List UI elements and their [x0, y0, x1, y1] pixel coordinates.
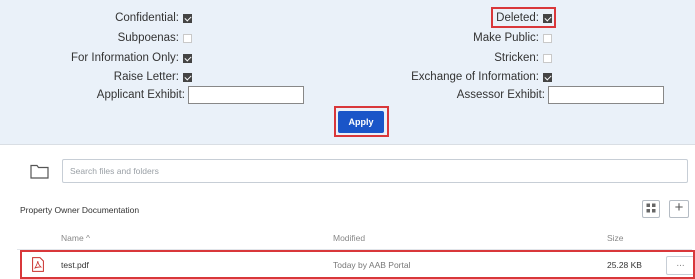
- exchange-of-information-checkbox[interactable]: [543, 72, 552, 82]
- deleted-highlight: [491, 7, 556, 28]
- assessor-exhibit-input[interactable]: [548, 86, 664, 104]
- assessor-exhibit-label: Assessor Exhibit:: [456, 89, 545, 101]
- filter-exchange-of-information: Exchange of Information:: [0, 67, 552, 87]
- filter-assessor-exhibit: Assessor Exhibit:: [0, 85, 664, 105]
- column-header-name[interactable]: Name ^: [61, 233, 90, 243]
- filter-make-public: Make Public:: [0, 28, 552, 48]
- section-title: Property Owner Documentation: [20, 205, 140, 215]
- grid-icon: [646, 200, 656, 218]
- filter-label: Exchange of Information:: [411, 71, 539, 83]
- folder-icon[interactable]: [30, 163, 49, 179]
- divider: [0, 144, 695, 145]
- file-row-highlight: [20, 250, 695, 279]
- grid-view-button[interactable]: [642, 200, 660, 218]
- add-button[interactable]: +: [669, 200, 689, 218]
- apply-button[interactable]: Apply: [338, 111, 384, 133]
- column-header-size[interactable]: Size: [607, 233, 624, 243]
- search-input[interactable]: [62, 159, 688, 183]
- filter-deleted: Deleted:: [0, 8, 552, 28]
- make-public-checkbox[interactable]: [543, 33, 552, 43]
- column-header-modified[interactable]: Modified: [333, 233, 365, 243]
- filter-label: Stricken:: [494, 52, 539, 64]
- filter-stricken: Stricken:: [0, 48, 552, 68]
- filter-label: Make Public:: [473, 32, 539, 44]
- stricken-checkbox[interactable]: [543, 53, 552, 63]
